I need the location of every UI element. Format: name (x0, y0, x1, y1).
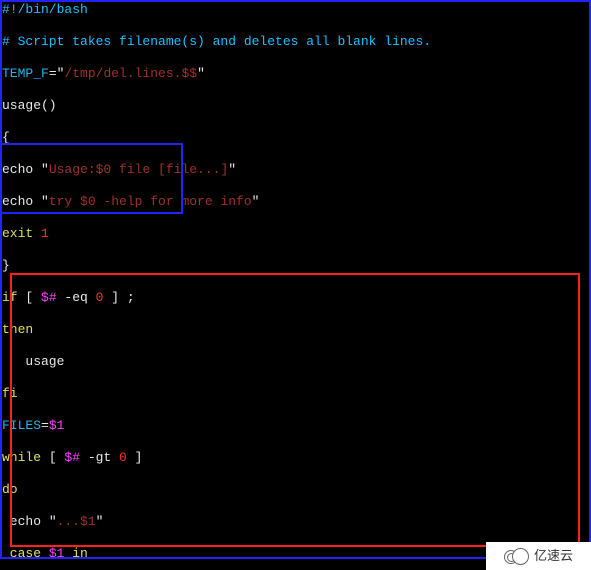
line-14: FILES=$1 (2, 418, 589, 434)
line-16: do (2, 482, 589, 498)
watermark-text: 亿速云 (534, 548, 573, 564)
line-17: echo "...$1" (2, 514, 589, 530)
line-11: then (2, 322, 589, 338)
line-03: TEMP_F="/tmp/del.lines.$$" (2, 66, 589, 82)
line-13: fi (2, 386, 589, 402)
code-editor: #!/bin/bash # Script takes filename(s) a… (0, 0, 591, 570)
line-01: #!/bin/bash (2, 2, 589, 18)
line-07: echo "try $0 -help for more info" (2, 194, 589, 210)
watermark-badge: 亿速云 (486, 542, 591, 570)
line-05: { (2, 130, 589, 146)
line-06: echo "Usage:$0 file [file...]" (2, 162, 589, 178)
line-08: exit 1 (2, 226, 589, 242)
line-10: if [ $# -eq 0 ] ; (2, 290, 589, 306)
line-15: while [ $# -gt 0 ] (2, 450, 589, 466)
line-04: usage() (2, 98, 589, 114)
line-02: # Script takes filename(s) and deletes a… (2, 34, 589, 50)
line-12: usage (2, 354, 589, 370)
cloud-icon (504, 548, 530, 564)
line-09: } (2, 258, 589, 274)
